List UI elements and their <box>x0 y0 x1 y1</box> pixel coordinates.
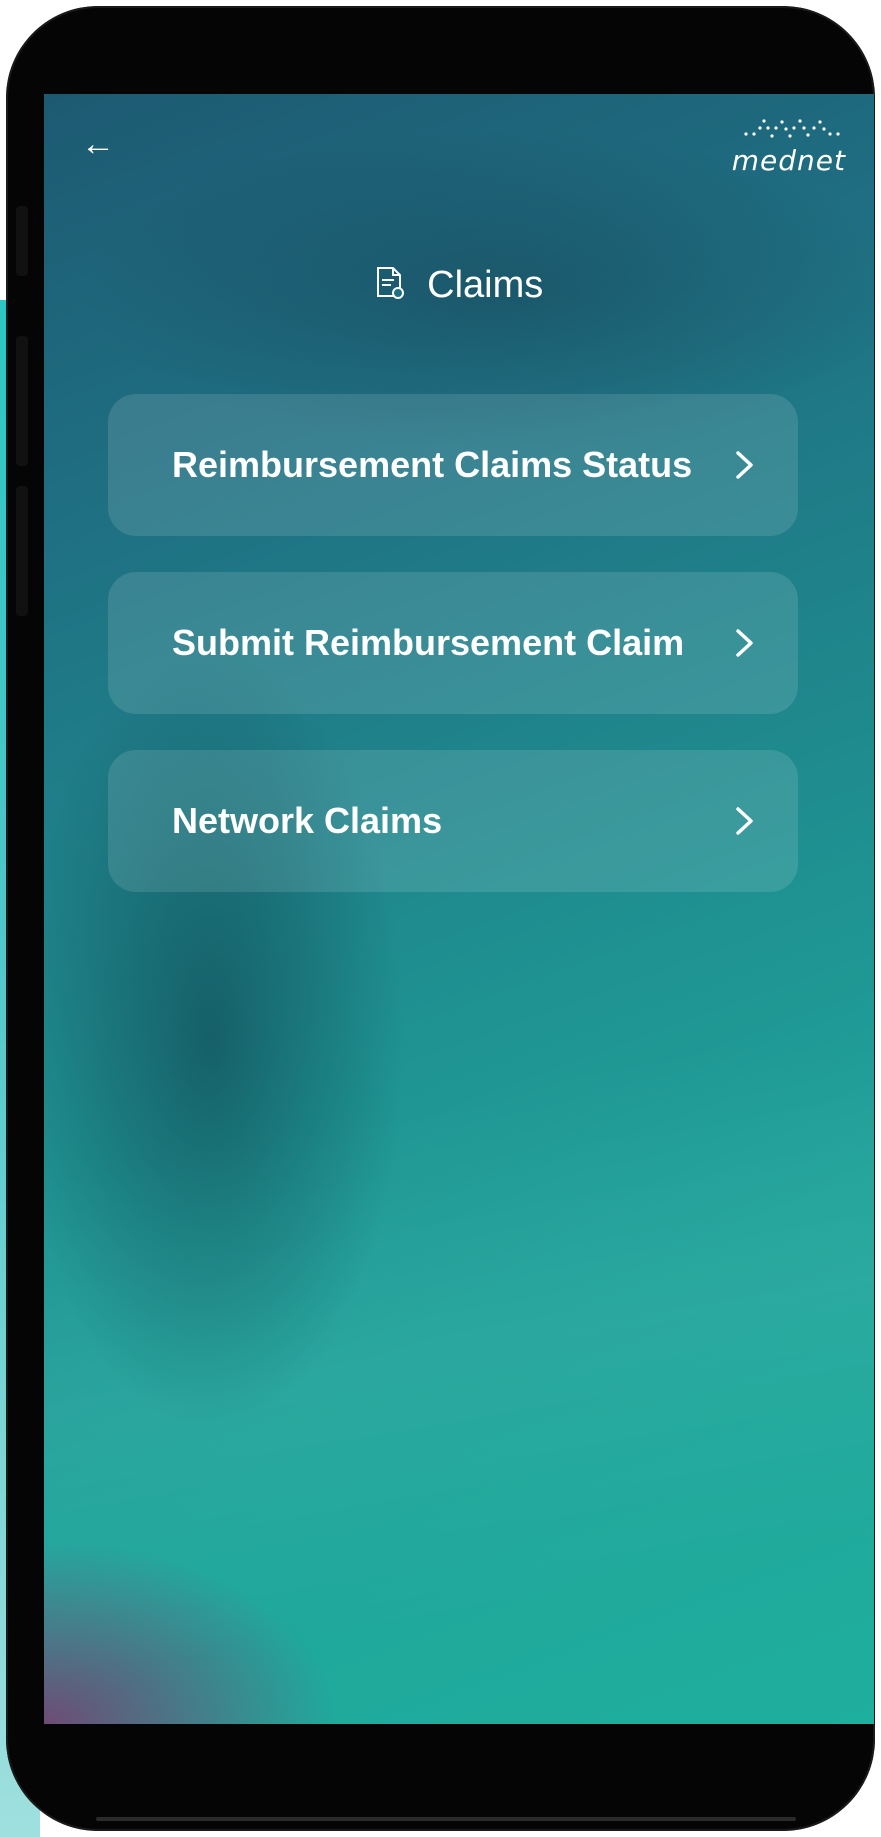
phone-frame: ← mednet Claims Reimbursement Claims Sta… <box>6 6 875 1831</box>
app-screen: ← mednet Claims Reimbursement Claims Sta… <box>44 94 874 1724</box>
menu-item-network-claims[interactable]: Network Claims <box>108 750 798 892</box>
mednet-logo: mednet <box>726 114 846 184</box>
menu-item-label: Network Claims <box>172 800 443 841</box>
menu-item-label: Submit Reimbursement Claim <box>172 622 685 663</box>
phone-side-button <box>16 336 28 466</box>
chevron-right-icon <box>724 445 764 485</box>
phone-side-button <box>16 486 28 616</box>
menu-item-reimbursement-claims-status[interactable]: Reimbursement Claims Status <box>108 394 798 536</box>
arrow-left-icon: ← <box>81 125 115 163</box>
page-header: Claims <box>44 264 874 307</box>
background-photo <box>44 94 874 1724</box>
logo-wave-icon <box>744 119 840 138</box>
menu-item-submit-reimbursement-claim[interactable]: Submit Reimbursement Claim <box>108 572 798 714</box>
phone-side-button <box>16 206 28 276</box>
page-title: Claims <box>427 264 544 306</box>
document-icon <box>375 266 405 305</box>
menu-item-label: Reimbursement Claims Status <box>172 444 693 485</box>
chevron-right-icon <box>724 623 764 663</box>
chevron-right-icon <box>724 801 764 841</box>
logo-text: mednet <box>731 144 846 177</box>
home-indicator <box>96 1817 796 1821</box>
back-button[interactable]: ← <box>78 124 118 164</box>
